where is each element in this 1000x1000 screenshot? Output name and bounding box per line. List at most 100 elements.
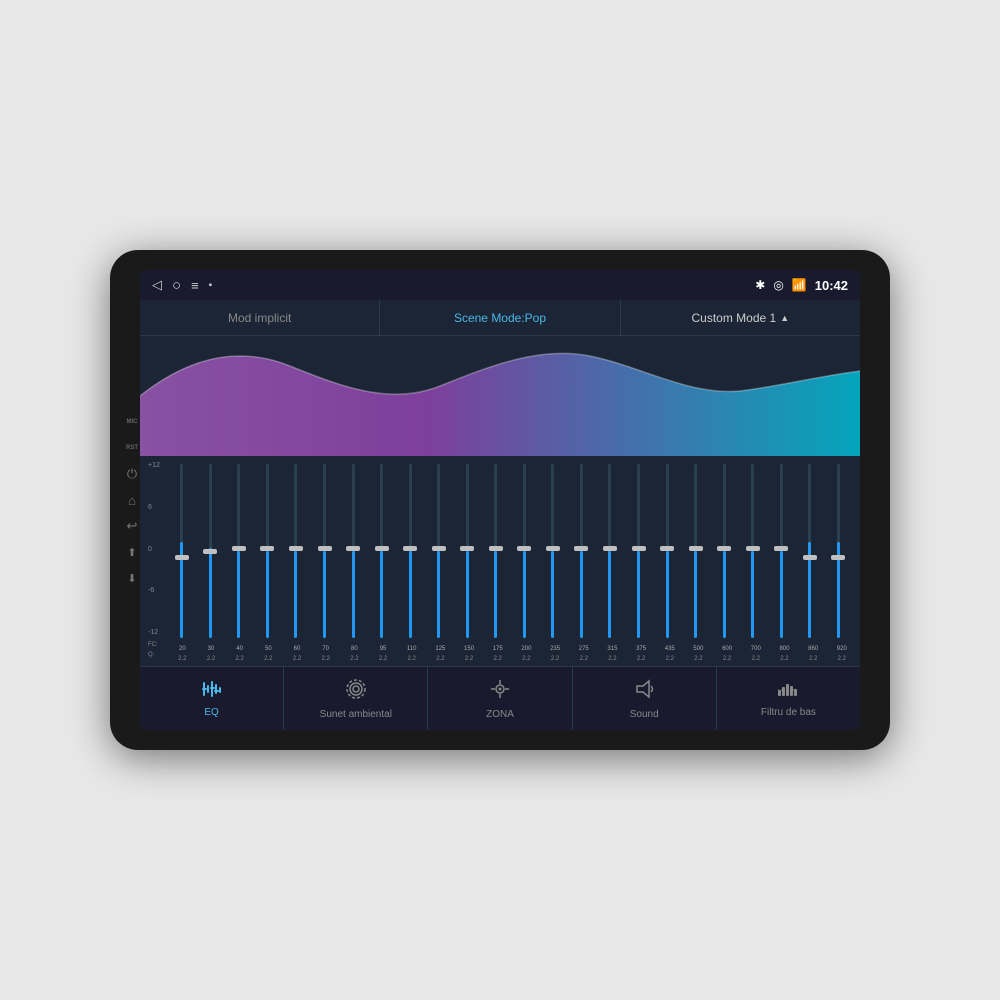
slider-handle-435[interactable]: [660, 546, 674, 551]
q-label-600: 2.2: [713, 656, 742, 662]
q-label-70: 2.2: [311, 656, 340, 662]
slider-track-30[interactable]: [209, 464, 212, 638]
home-side-button[interactable]: ⌂: [124, 492, 140, 508]
slider-handle-860[interactable]: [803, 555, 817, 560]
slider-col-200[interactable]: [511, 464, 539, 638]
slider-track-60[interactable]: [294, 464, 297, 638]
slider-fill-40: [237, 551, 240, 638]
slider-track-315[interactable]: [608, 464, 611, 638]
power-button[interactable]: ⏻: [124, 466, 140, 482]
slider-track-800[interactable]: [780, 464, 783, 638]
slider-col-95[interactable]: [368, 464, 396, 638]
home-nav-button[interactable]: ○: [172, 277, 181, 294]
slider-fill-95: [380, 551, 383, 638]
slider-track-80[interactable]: [352, 464, 355, 638]
slider-handle-150[interactable]: [460, 546, 474, 551]
slider-col-860[interactable]: [796, 464, 824, 638]
slider-col-920[interactable]: [825, 464, 853, 638]
slider-track-40[interactable]: [237, 464, 240, 638]
slider-handle-110[interactable]: [403, 546, 417, 551]
slider-handle-920[interactable]: [831, 555, 845, 560]
slider-col-110[interactable]: [396, 464, 424, 638]
slider-handle-40[interactable]: [232, 546, 246, 551]
slider-col-435[interactable]: [653, 464, 681, 638]
slider-col-80[interactable]: [339, 464, 367, 638]
slider-handle-70[interactable]: [318, 546, 332, 551]
slider-col-315[interactable]: [596, 464, 624, 638]
preset-custom-mode[interactable]: Custom Mode 1 ▲: [621, 300, 860, 335]
slider-track-500[interactable]: [694, 464, 697, 638]
slider-track-700[interactable]: [751, 464, 754, 638]
clock: 10:42: [815, 278, 848, 293]
slider-track-150[interactable]: [466, 464, 469, 638]
slider-track-435[interactable]: [666, 464, 669, 638]
back-side-button[interactable]: ↩: [124, 518, 140, 534]
slider-track-50[interactable]: [266, 464, 269, 638]
slider-track-95[interactable]: [380, 464, 383, 638]
slider-col-50[interactable]: [254, 464, 282, 638]
slider-track-70[interactable]: [323, 464, 326, 638]
tab-bass-filter[interactable]: Filtru de bas: [717, 667, 860, 730]
slider-col-500[interactable]: [682, 464, 710, 638]
slider-handle-500[interactable]: [689, 546, 703, 551]
slider-col-60[interactable]: [282, 464, 310, 638]
slider-col-175[interactable]: [482, 464, 510, 638]
stop-nav-button[interactable]: ▪: [209, 280, 213, 291]
slider-col-150[interactable]: [453, 464, 481, 638]
slider-handle-600[interactable]: [717, 546, 731, 551]
screen: ◁ ○ ≡ ▪ ✱ ◎ 📶 10:42 Mod implicit Scene M…: [140, 270, 860, 730]
slider-track-20[interactable]: [180, 464, 183, 638]
slider-handle-700[interactable]: [746, 546, 760, 551]
slider-track-600[interactable]: [723, 464, 726, 638]
slider-handle-315[interactable]: [603, 546, 617, 551]
slider-handle-30[interactable]: [203, 549, 217, 554]
slider-col-30[interactable]: [197, 464, 225, 638]
slider-handle-200[interactable]: [517, 546, 531, 551]
slider-track-275[interactable]: [580, 464, 583, 638]
slider-track-235[interactable]: [551, 464, 554, 638]
slider-handle-50[interactable]: [260, 546, 274, 551]
preset-scene-mode[interactable]: Scene Mode:Pop: [380, 300, 620, 335]
slider-fill-60: [294, 551, 297, 638]
status-icons: ✱ ◎ 📶 10:42: [755, 278, 848, 293]
slider-col-70[interactable]: [311, 464, 339, 638]
slider-track-125[interactable]: [437, 464, 440, 638]
slider-track-860[interactable]: [808, 464, 811, 638]
rst-label: RST: [124, 440, 140, 456]
slider-handle-800[interactable]: [774, 546, 788, 551]
slider-col-125[interactable]: [425, 464, 453, 638]
tab-eq-label: EQ: [204, 707, 218, 718]
slider-track-200[interactable]: [523, 464, 526, 638]
menu-nav-button[interactable]: ≡: [191, 278, 199, 293]
slider-handle-60[interactable]: [289, 546, 303, 551]
slider-col-20[interactable]: [168, 464, 196, 638]
slider-handle-175[interactable]: [489, 546, 503, 551]
slider-handle-275[interactable]: [574, 546, 588, 551]
tab-sound[interactable]: Sound: [573, 667, 717, 730]
slider-handle-95[interactable]: [375, 546, 389, 551]
slider-track-175[interactable]: [494, 464, 497, 638]
slider-col-275[interactable]: [568, 464, 596, 638]
slider-col-600[interactable]: [710, 464, 738, 638]
slider-track-920[interactable]: [837, 464, 840, 638]
slider-col-235[interactable]: [539, 464, 567, 638]
slider-col-800[interactable]: [767, 464, 795, 638]
slider-track-110[interactable]: [409, 464, 412, 638]
slider-handle-235[interactable]: [546, 546, 560, 551]
slider-col-700[interactable]: [739, 464, 767, 638]
slider-handle-125[interactable]: [432, 546, 446, 551]
vol-up-button[interactable]: ⬆: [124, 544, 140, 560]
slider-track-375[interactable]: [637, 464, 640, 638]
tab-eq[interactable]: EQ: [140, 667, 284, 730]
sound-icon: [633, 678, 655, 705]
slider-col-40[interactable]: [225, 464, 253, 638]
preset-mod-implicit[interactable]: Mod implicit: [140, 300, 380, 335]
tab-zona[interactable]: ZONA: [428, 667, 572, 730]
slider-handle-20[interactable]: [175, 555, 189, 560]
slider-handle-80[interactable]: [346, 546, 360, 551]
slider-col-375[interactable]: [625, 464, 653, 638]
slider-handle-375[interactable]: [632, 546, 646, 551]
vol-down-button[interactable]: ⬇: [124, 570, 140, 586]
back-nav-button[interactable]: ◁: [152, 277, 162, 293]
tab-ambient[interactable]: Sunet ambiental: [284, 667, 428, 730]
